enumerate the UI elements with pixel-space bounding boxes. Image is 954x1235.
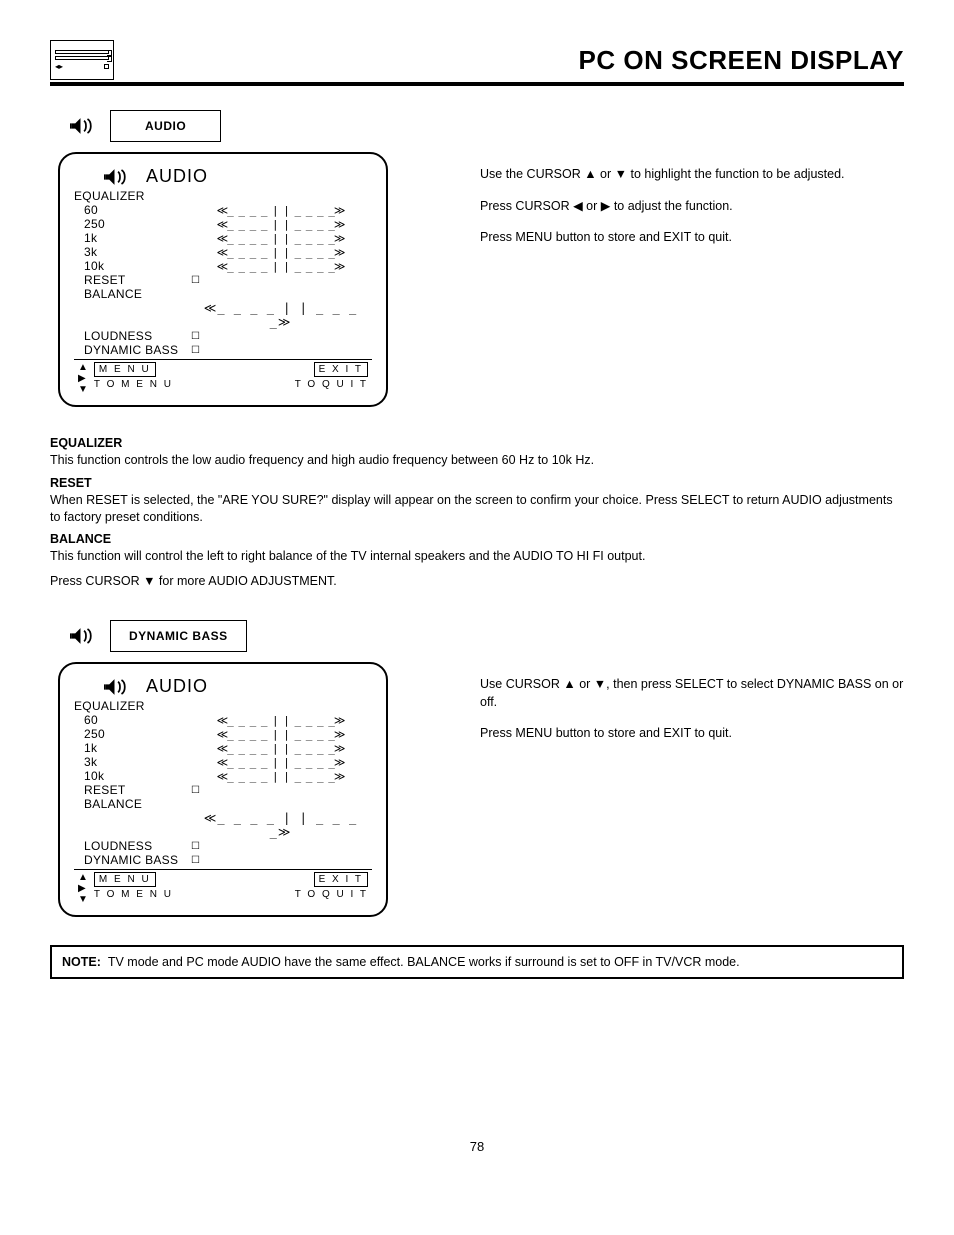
section-tag-dynbass: DYNAMIC BASS	[110, 620, 247, 652]
slider-icon[interactable]: ≪_ _ _ _ | | _ _ _ _≫	[189, 246, 372, 259]
osd-equalizer-label: EQUALIZER	[74, 699, 189, 713]
dynbass-instructions: Use CURSOR ▲ or ▼, then press SELECT to …	[480, 620, 904, 757]
instruction-line: Use the CURSOR ▲ or ▼ to highlight the f…	[480, 166, 904, 184]
audio-instructions: Use the CURSOR ▲ or ▼ to highlight the f…	[480, 110, 904, 261]
slider-icon[interactable]: ≪_ _ _ _ | | _ _ _ _≫	[189, 770, 372, 783]
instruction-line: Press MENU button to store and EXIT to q…	[480, 725, 904, 743]
checkbox-icon[interactable]: ☐	[189, 855, 372, 866]
def-body: When RESET is selected, the "ARE YOU SUR…	[50, 493, 893, 524]
osd-menu-button[interactable]: M E N U	[94, 362, 156, 377]
slider-icon[interactable]: ≪_ _ _ _ | | _ _ _ _≫	[189, 714, 372, 727]
osd-eq-250[interactable]: 250	[74, 727, 189, 741]
note-label: NOTE:	[62, 955, 101, 969]
slider-icon[interactable]: ≪_ _ _ _ | | _ _ _ _≫	[189, 728, 372, 741]
speaker-icon	[70, 627, 98, 645]
slider-icon[interactable]: ≪_ _ _ _ | | _ _ _ _≫	[189, 260, 372, 273]
osd-eq-1k[interactable]: 1k	[74, 231, 189, 245]
osd-title: AUDIO	[146, 166, 208, 187]
nav-arrows-icon: ▲▶▼	[78, 362, 88, 395]
header-rule	[50, 82, 904, 86]
slider-icon[interactable]: ≪_ _ _ _ | | _ _ _ _≫	[189, 204, 372, 217]
osd-eq-3k[interactable]: 3k	[74, 755, 189, 769]
osd-loudness[interactable]: LOUDNESS	[74, 329, 189, 343]
slider-icon[interactable]: ≪_ _ _ _ | | _ _ _ _≫	[189, 742, 372, 755]
osd-dynbass-menu: AUDIO EQUALIZER 60≪_ _ _ _ | | _ _ _ _≫ …	[58, 662, 388, 917]
def-head: RESET	[50, 475, 904, 492]
dynbass-tag-row: DYNAMIC BASS	[50, 620, 420, 652]
osd-balance[interactable]: BALANCE	[74, 797, 189, 811]
osd-title: AUDIO	[146, 676, 208, 697]
section-audio: AUDIO AUDIO EQUALIZER 60≪_ _ _ _ | | _ _…	[50, 110, 904, 407]
checkbox-icon[interactable]: ☐	[189, 275, 372, 286]
def-body: This function will control the left to r…	[50, 549, 645, 563]
def-head: EQUALIZER	[50, 435, 904, 452]
page-header: ◂▸ PC ON SCREEN DISPLAY	[50, 40, 904, 80]
osd-reset[interactable]: RESET	[74, 783, 189, 797]
slider-icon[interactable]: ≪_ _ _ _ | | _ _ _ _≫	[189, 232, 372, 245]
slider-icon[interactable]: ≪_ _ _ _ | | _ _ _ _≫	[189, 756, 372, 769]
slider-icon[interactable]: ≪_ _ _ _ | | _ _ _ _≫	[189, 218, 372, 231]
osd-eq-3k[interactable]: 3k	[74, 245, 189, 259]
osd-eq-10k[interactable]: 10k	[74, 259, 189, 273]
checkbox-icon[interactable]: ☐	[189, 345, 372, 356]
osd-eq-10k[interactable]: 10k	[74, 769, 189, 783]
osd-audio-menu: AUDIO EQUALIZER 60≪_ _ _ _ | | _ _ _ _≫ …	[58, 152, 388, 407]
osd-exit-button[interactable]: E X I T	[314, 362, 368, 377]
def-head: BALANCE	[50, 531, 904, 548]
slider-icon[interactable]: ≪_ _ _ _ | | _ _ _ _≫	[189, 811, 372, 839]
osd-eq-250[interactable]: 250	[74, 217, 189, 231]
note-text: TV mode and PC mode AUDIO have the same …	[108, 955, 740, 969]
osd-menu-button[interactable]: M E N U	[94, 872, 156, 887]
instruction-line: Press CURSOR ◀ or ▶ to adjust the functi…	[480, 198, 904, 216]
speaker-icon	[70, 117, 98, 135]
audio-tag-row: AUDIO	[50, 110, 420, 142]
speaker-icon	[104, 168, 132, 186]
osd-eq-60[interactable]: 60	[74, 203, 189, 217]
instruction-line: Press MENU button to store and EXIT to q…	[480, 229, 904, 247]
osd-loudness[interactable]: LOUDNESS	[74, 839, 189, 853]
checkbox-icon[interactable]: ☐	[189, 841, 372, 852]
osd-equalizer-label: EQUALIZER	[74, 189, 189, 203]
osd-eq-1k[interactable]: 1k	[74, 741, 189, 755]
definitions: EQUALIZERThis function controls the low …	[50, 435, 904, 590]
checkbox-icon[interactable]: ☐	[189, 331, 372, 342]
checkbox-icon[interactable]: ☐	[189, 785, 372, 796]
osd-dynamic-bass[interactable]: DYNAMIC BASS	[74, 343, 189, 357]
osd-exit-button[interactable]: E X I T	[314, 872, 368, 887]
osd-exit-sub: T O Q U I T	[295, 379, 368, 390]
page-title: PC ON SCREEN DISPLAY	[579, 45, 904, 76]
section-tag-audio: AUDIO	[110, 110, 221, 142]
osd-dynamic-bass[interactable]: DYNAMIC BASS	[74, 853, 189, 867]
instruction-line: Use CURSOR ▲ or ▼, then press SELECT to …	[480, 676, 904, 711]
osd-reset[interactable]: RESET	[74, 273, 189, 287]
manual-logo-icon: ◂▸	[50, 40, 114, 80]
section-dynamic-bass: DYNAMIC BASS AUDIO EQUALIZER 60≪_ _ _ _ …	[50, 620, 904, 917]
slider-icon[interactable]: ≪_ _ _ _ | | _ _ _ _≫	[189, 301, 372, 329]
speaker-icon	[104, 678, 132, 696]
def-body: This function controls the low audio fre…	[50, 453, 594, 467]
note-box: NOTE: TV mode and PC mode AUDIO have the…	[50, 945, 904, 979]
extra-instruction: Press CURSOR ▼ for more AUDIO ADJUSTMENT…	[50, 573, 904, 590]
nav-arrows-icon: ▲▶▼	[78, 872, 88, 905]
osd-balance[interactable]: BALANCE	[74, 287, 189, 301]
osd-exit-sub: T O Q U I T	[295, 889, 368, 900]
page-number: 78	[50, 1139, 904, 1154]
osd-menu-sub: T O M E N U	[94, 379, 173, 390]
osd-eq-60[interactable]: 60	[74, 713, 189, 727]
osd-menu-sub: T O M E N U	[94, 889, 173, 900]
